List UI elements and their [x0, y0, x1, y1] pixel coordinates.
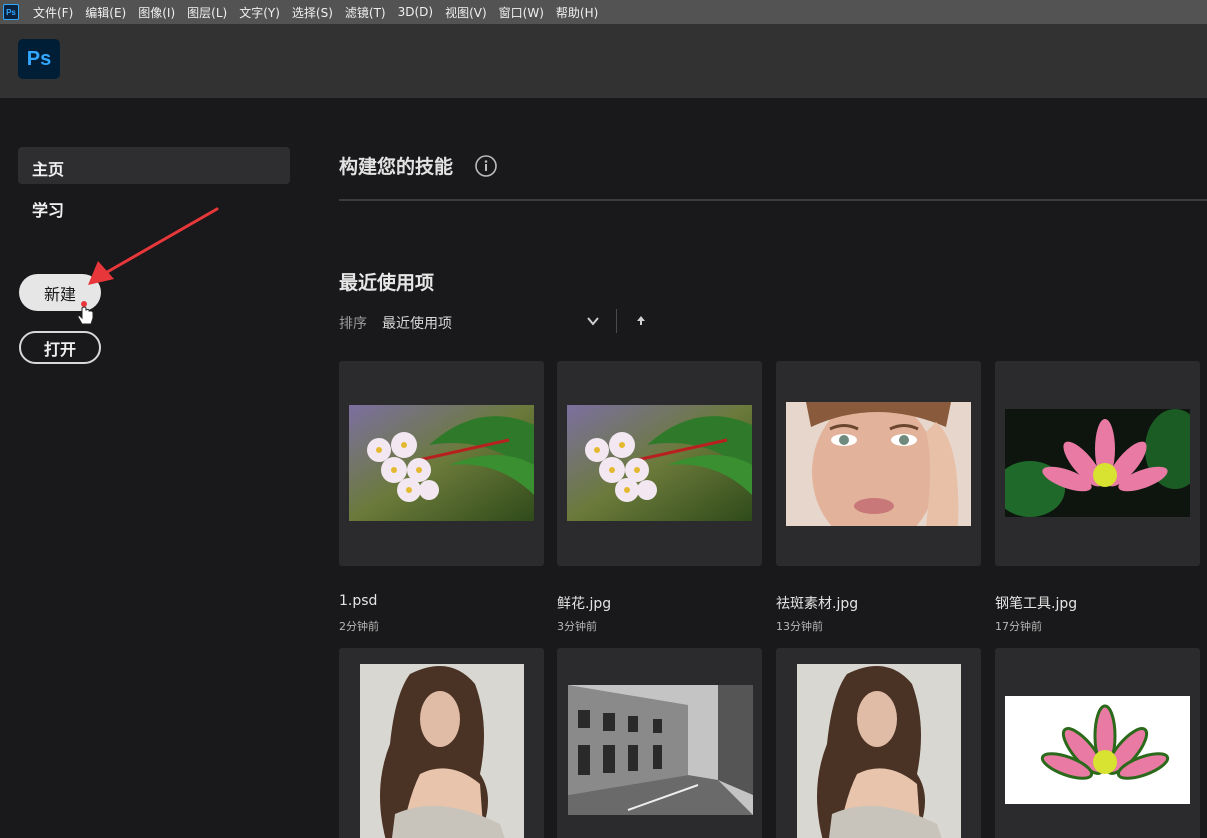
menu-help[interactable]: 帮助(H) [556, 4, 598, 21]
chevron-down-icon[interactable] [586, 314, 600, 328]
plumeria-flowers-thumbnail [567, 405, 752, 521]
recent-file-time-2: 3分钟前 [557, 620, 597, 633]
recent-file-name-1[interactable]: 1.psd [339, 593, 377, 609]
recent-file-time-4: 17分钟前 [995, 620, 1042, 633]
recent-file-card-6[interactable] [557, 648, 762, 838]
sort-label: 排序 [339, 316, 367, 332]
recent-file-time-1: 2分钟前 [339, 620, 379, 633]
menu-view[interactable]: 视图(V) [445, 4, 487, 21]
menu-filter[interactable]: 滤镜(T) [345, 4, 386, 21]
photoshop-app-icon[interactable]: Ps [3, 4, 19, 20]
menu-3d[interactable]: 3D(D) [398, 5, 433, 19]
menu-bar: Ps 文件(F) 编辑(E) 图像(I) 图层(L) 文字(Y) 选择(S) 滤… [0, 0, 1207, 24]
recent-file-card-8[interactable] [995, 648, 1200, 838]
recent-title: 最近使用项 [339, 272, 435, 294]
home-header: Ps [0, 24, 1207, 98]
menu-window[interactable]: 窗口(W) [499, 4, 544, 21]
plumeria-flowers-thumbnail [349, 405, 534, 521]
hand-cursor-icon [77, 301, 94, 325]
recent-file-time-3: 13分钟前 [776, 620, 823, 633]
recent-file-card-2[interactable] [557, 361, 762, 566]
recent-file-card-7[interactable] [776, 648, 981, 838]
info-icon[interactable] [474, 154, 498, 178]
annotation-arrow-icon [88, 207, 219, 285]
skills-title: 构建您的技能 [339, 156, 454, 178]
recent-file-card-5[interactable] [339, 648, 544, 838]
recent-file-card-3[interactable] [776, 361, 981, 566]
recent-file-name-2[interactable]: 鲜花.jpg [557, 593, 611, 613]
menu-edit[interactable]: 编辑(E) [85, 4, 126, 21]
woman-face-portrait-thumbnail [786, 402, 971, 526]
menu-type[interactable]: 文字(Y) [239, 4, 280, 21]
photoshop-logo[interactable]: Ps [18, 39, 60, 79]
recent-file-card-1[interactable] [339, 361, 544, 566]
woman-curly-hair-thumbnail [797, 664, 961, 838]
recent-file-card-4[interactable] [995, 361, 1200, 566]
menu-file[interactable]: 文件(F) [33, 4, 73, 21]
recent-file-name-4[interactable]: 钢笔工具.jpg [995, 593, 1077, 613]
sort-separator [616, 309, 617, 333]
recent-file-name-3[interactable]: 祛斑素材.jpg [776, 593, 858, 613]
street-buildings-bw-thumbnail [568, 685, 753, 815]
menu-layer[interactable]: 图层(L) [187, 4, 227, 21]
woman-curly-hair-thumbnail [360, 664, 524, 838]
section-divider [339, 199, 1207, 201]
menu-image[interactable]: 图像(I) [138, 4, 175, 21]
open-button[interactable]: 打开 [19, 331, 101, 364]
menu-select[interactable]: 选择(S) [292, 4, 333, 21]
pink-lotus-dark-thumbnail [1005, 409, 1190, 517]
sort-ascending-arrow-icon[interactable] [635, 314, 647, 328]
sidebar-item-learn[interactable]: 学习 [32, 197, 64, 221]
pink-lotus-white-thumbnail [1005, 696, 1190, 804]
sidebar-item-home-label: 主页 [32, 160, 65, 179]
sort-select[interactable]: 最近使用项 [382, 313, 452, 333]
